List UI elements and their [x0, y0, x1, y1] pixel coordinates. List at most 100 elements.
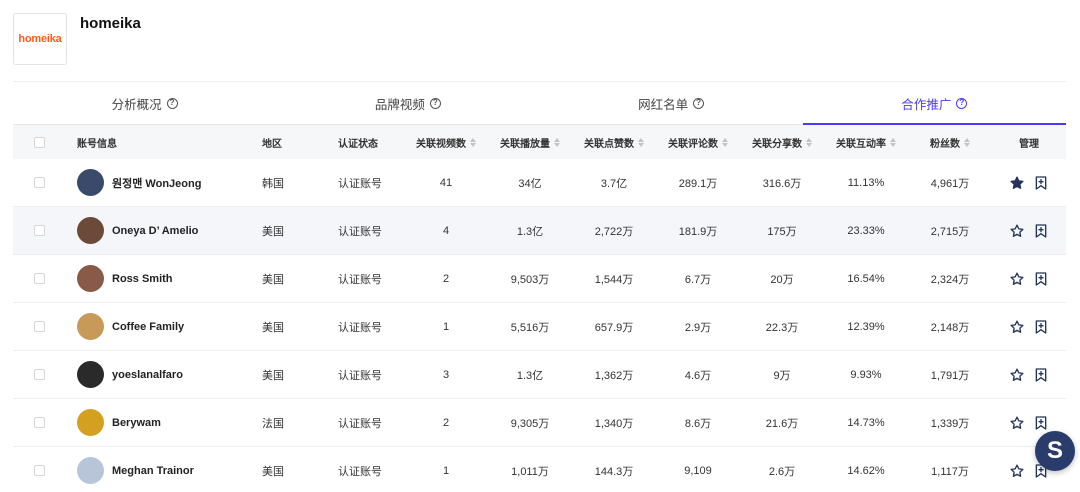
region-cell: 美国: [262, 465, 284, 478]
avatar[interactable]: [77, 169, 104, 196]
row-checkbox[interactable]: [34, 273, 45, 284]
help-icon[interactable]: ?: [429, 97, 441, 109]
videos-cell: 4: [442, 224, 450, 237]
star-icon[interactable]: [1009, 271, 1025, 287]
bookmark-add-icon[interactable]: [1033, 415, 1049, 431]
header-engagement[interactable]: 关联互动率: [824, 135, 908, 150]
table-row[interactable]: 원정맨 WonJeong 韩国 认证账号 41 34亿 3.7亿 289.1万 316.6万 1…: [13, 159, 1066, 207]
account-cell[interactable]: Coffee Family: [67, 313, 262, 340]
avatar[interactable]: [77, 361, 104, 388]
row-checkbox[interactable]: [34, 465, 45, 476]
account-cell[interactable]: yoeslanalfaro: [67, 361, 262, 388]
followers-cell: 2,324万: [930, 273, 970, 286]
avatar[interactable]: [77, 265, 104, 292]
header-comments[interactable]: 关联评论数: [656, 135, 740, 150]
followers-cell: 1,117万: [931, 465, 969, 478]
comments-cell: 4.6万: [684, 369, 712, 382]
star-icon[interactable]: [1009, 319, 1025, 335]
row-checkbox[interactable]: [34, 369, 45, 380]
verify-cell: 认证账号: [338, 225, 382, 238]
star-icon[interactable]: [1009, 223, 1025, 239]
sort-icon[interactable]: [806, 137, 812, 147]
likes-cell: 2,722万: [594, 225, 634, 238]
tab-analysis-overview[interactable]: 分析概况 ?: [13, 82, 276, 124]
star-filled-icon[interactable]: [1009, 175, 1025, 191]
avatar[interactable]: [77, 409, 104, 436]
header-plays-label: 关联播放量: [500, 138, 550, 150]
table-row[interactable]: Ross Smith 美国 认证账号 2 9,503万 1,544万 6.7万 20万 16.5…: [13, 255, 1066, 303]
account-name[interactable]: Berywam: [112, 417, 161, 429]
help-icon[interactable]: ?: [693, 97, 705, 109]
table-row[interactable]: Oneya D’ Amelio 美国 认证账号 4 1.3亿 2,722万 181.9万 17…: [13, 207, 1066, 255]
manage-cell: [992, 415, 1066, 431]
sort-icon[interactable]: [638, 137, 644, 147]
engagement-cell: 14.73%: [847, 416, 885, 429]
comments-cell: 6.7万: [684, 273, 712, 286]
brand-name: homeika: [80, 15, 141, 32]
star-icon[interactable]: [1009, 415, 1025, 431]
header-videos[interactable]: 关联视频数: [404, 135, 488, 150]
account-name[interactable]: Oneya D’ Amelio: [112, 225, 198, 237]
videos-cell: 2: [442, 416, 450, 429]
avatar[interactable]: [77, 313, 104, 340]
star-icon[interactable]: [1009, 367, 1025, 383]
account-cell[interactable]: Oneya D’ Amelio: [67, 217, 262, 244]
sort-icon[interactable]: [890, 137, 896, 147]
likes-cell: 1,362万: [594, 369, 634, 382]
account-cell[interactable]: Meghan Trainor: [67, 457, 262, 484]
table-row[interactable]: Coffee Family 美国 认证账号 1 5,516万 657.9万 2.9万 22.3…: [13, 303, 1066, 351]
account-cell[interactable]: 원정맨 WonJeong: [67, 169, 262, 196]
avatar[interactable]: [77, 457, 104, 484]
account-name[interactable]: 원정맨 WonJeong: [112, 175, 201, 191]
header-comments-label: 关联评论数: [668, 138, 718, 150]
bookmark-add-icon[interactable]: [1033, 367, 1049, 383]
floating-assistant-button[interactable]: S: [1035, 431, 1075, 471]
header-plays[interactable]: 关联播放量: [488, 135, 572, 150]
header-likes[interactable]: 关联点赞数: [572, 135, 656, 150]
bookmark-add-icon[interactable]: [1033, 175, 1049, 191]
account-name[interactable]: yoeslanalfaro: [112, 369, 183, 381]
help-icon[interactable]: ?: [956, 97, 968, 109]
row-checkbox[interactable]: [34, 177, 45, 188]
row-checkbox[interactable]: [34, 321, 45, 332]
sort-icon[interactable]: [470, 137, 476, 147]
bookmark-add-icon[interactable]: [1033, 319, 1049, 335]
engagement-cell: 12.39%: [847, 320, 885, 333]
account-name[interactable]: Coffee Family: [112, 321, 184, 333]
sort-icon[interactable]: [722, 137, 728, 147]
engagement-cell: 11.13%: [847, 176, 885, 189]
table-row[interactable]: Berywam 法国 认证账号 2 9,305万 1,340万 8.6万 21.6万 14.73…: [13, 399, 1066, 447]
table-row[interactable]: yoeslanalfaro 美国 认证账号 3 1.3亿 1,362万 4.6万 9万 9.93…: [13, 351, 1066, 399]
sort-icon[interactable]: [964, 137, 970, 147]
row-checkbox[interactable]: [34, 225, 45, 236]
comments-cell: 2.9万: [684, 321, 712, 334]
header-shares[interactable]: 关联分享数: [740, 135, 824, 150]
header-manage: 管理: [1019, 138, 1039, 150]
row-checkbox[interactable]: [34, 417, 45, 428]
bookmark-add-icon[interactable]: [1033, 223, 1049, 239]
avatar[interactable]: [77, 217, 104, 244]
verify-cell: 认证账号: [338, 369, 382, 382]
account-cell[interactable]: Berywam: [67, 409, 262, 436]
table-row[interactable]: Meghan Trainor 美国 认证账号 1 1,011万 144.3万 9,109 2.…: [13, 447, 1066, 492]
tab-brand-videos[interactable]: 品牌视频 ?: [276, 82, 539, 124]
account-name[interactable]: Meghan Trainor: [112, 465, 194, 477]
select-all-checkbox[interactable]: [34, 136, 45, 148]
star-icon[interactable]: [1009, 463, 1025, 479]
brand-logo: homeika: [13, 13, 67, 65]
sort-icon[interactable]: [554, 137, 560, 147]
videos-cell: 1: [442, 320, 450, 333]
brand-logo-text: homeika: [18, 33, 62, 45]
bookmark-add-icon[interactable]: [1033, 271, 1049, 287]
shares-cell: 21.6万: [765, 417, 799, 430]
likes-cell: 144.3万: [594, 465, 634, 478]
header-followers[interactable]: 粉丝数: [908, 135, 992, 150]
account-name[interactable]: Ross Smith: [112, 273, 173, 285]
manage-cell: [992, 367, 1066, 383]
table-header: 账号信息 地区 认证状态 关联视频数 关联播放量 关联点赞数 关联评论数 关联分…: [13, 125, 1066, 159]
help-icon[interactable]: ?: [166, 97, 178, 109]
tab-cooperation-promotion[interactable]: 合作推广 ?: [802, 82, 1067, 125]
tab-influencer-list[interactable]: 网红名单 ?: [540, 82, 803, 124]
account-cell[interactable]: Ross Smith: [67, 265, 262, 292]
shares-cell: 316.6万: [762, 177, 802, 190]
